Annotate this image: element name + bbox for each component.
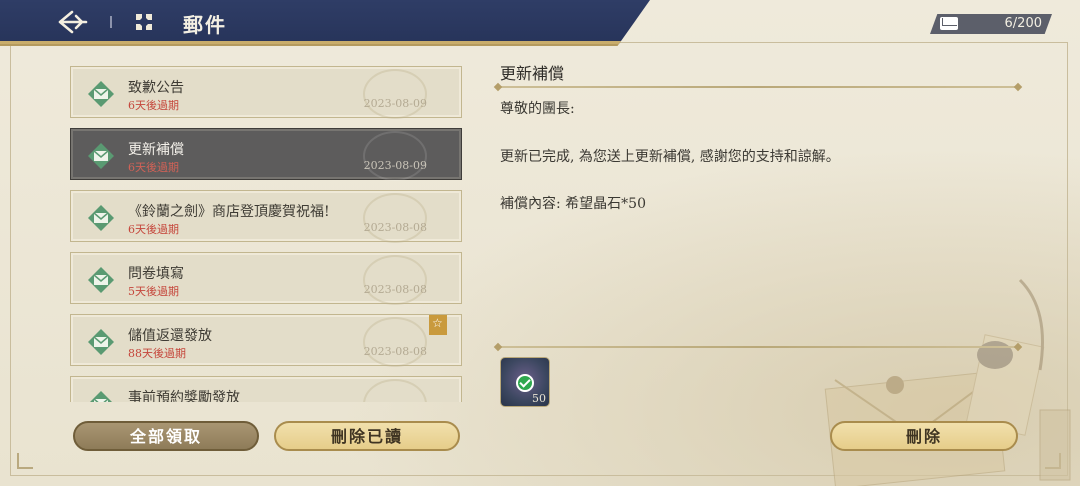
mail-emblem-watermark (363, 193, 427, 243)
claim-all-button[interactable]: 全部領取 (73, 421, 259, 451)
mail-date: 2023-08-09 (363, 159, 427, 172)
mail-greeting: 尊敬的團長: (500, 101, 575, 117)
reward-item-slot[interactable]: 50 (500, 357, 550, 407)
mail-title: 問卷填寫 (128, 266, 184, 282)
detail-divider-bottom (497, 346, 1019, 348)
mail-list-item[interactable]: 事前預約獎勵發放 (70, 376, 462, 402)
back-arrow-icon[interactable] (56, 9, 88, 35)
star-badge-icon: ☆ (429, 315, 447, 335)
mail-envelope-icon (88, 81, 114, 107)
mail-list-item[interactable]: 問卷填寫 5天後過期 2023-08-08 (70, 252, 462, 305)
delete-read-button[interactable]: 刪除已讀 (274, 421, 460, 451)
mail-expire-text: 6天後過期 (128, 99, 179, 112)
mail-emblem-watermark (363, 69, 427, 119)
mail-title: 《鈴蘭之劍》商店登頂慶賀祝福! (128, 204, 330, 220)
mail-expire-text: 5天後過期 (128, 285, 179, 298)
mail-date: 2023-08-08 (363, 221, 427, 234)
mail-title: 事前預約獎勵發放 (128, 390, 240, 402)
mail-category-icon (136, 14, 152, 30)
header-divider (110, 16, 112, 28)
mail-detail-title: 更新補償 (500, 64, 565, 83)
detail-divider-top (497, 86, 1019, 88)
claimed-check-icon (516, 374, 534, 392)
reward-quantity: 50 (532, 392, 546, 405)
mail-emblem-watermark (363, 131, 427, 181)
mail-expire-text: 6天後過期 (128, 161, 179, 174)
mail-emblem-watermark (363, 255, 427, 305)
mail-emblem-watermark (363, 379, 427, 402)
mail-expire-text: 88天後過期 (128, 347, 186, 360)
mail-envelope-icon (90, 391, 112, 402)
mail-date: 2023-08-08 (363, 283, 427, 296)
mail-list-item[interactable]: 《鈴蘭之劍》商店登頂慶賀祝福! 6天後過期 2023-08-08 (70, 190, 462, 243)
mail-list-item[interactable]: ☆ 儲值返還發放 88天後過期 2023-08-08 (70, 314, 462, 367)
mail-title: 更新補償 (128, 142, 184, 158)
frame-corner-ornament (17, 453, 33, 469)
mail-reward-text: 補償內容: 希望晶石*50 (500, 196, 646, 212)
letter-decoration-image (824, 278, 1071, 486)
mail-date: 2023-08-09 (363, 97, 427, 110)
mail-envelope-icon (88, 143, 114, 169)
mail-date: 2023-08-08 (363, 345, 427, 358)
mail-list[interactable]: 致歉公告 6天後過期 2023-08-09 更新補償 6天後過期 2023-08… (70, 66, 464, 402)
mail-title: 致歉公告 (128, 80, 184, 96)
mail-expire-text: 6天後過期 (128, 223, 179, 236)
delete-button[interactable]: 刪除 (830, 421, 1018, 451)
mail-title: 儲值返還發放 (128, 328, 212, 344)
mail-envelope-icon (88, 267, 114, 293)
mail-envelope-icon (88, 205, 114, 231)
mail-body: 更新已完成, 為您送上更新補償, 感謝您的支持和諒解。 (500, 149, 840, 165)
mail-list-item[interactable]: 致歉公告 6天後過期 2023-08-09 (70, 66, 462, 119)
mail-list-item-selected[interactable]: 更新補償 6天後過期 2023-08-09 (70, 128, 462, 181)
page-title: 郵件 (183, 13, 227, 37)
mail-emblem-watermark (363, 317, 427, 367)
mail-counter: 6/200 (930, 14, 1052, 34)
top-bar: 郵件 (0, 0, 650, 46)
mail-count-text: 6/200 (1004, 16, 1042, 31)
envelope-icon (940, 17, 958, 30)
mail-envelope-icon (88, 329, 114, 355)
